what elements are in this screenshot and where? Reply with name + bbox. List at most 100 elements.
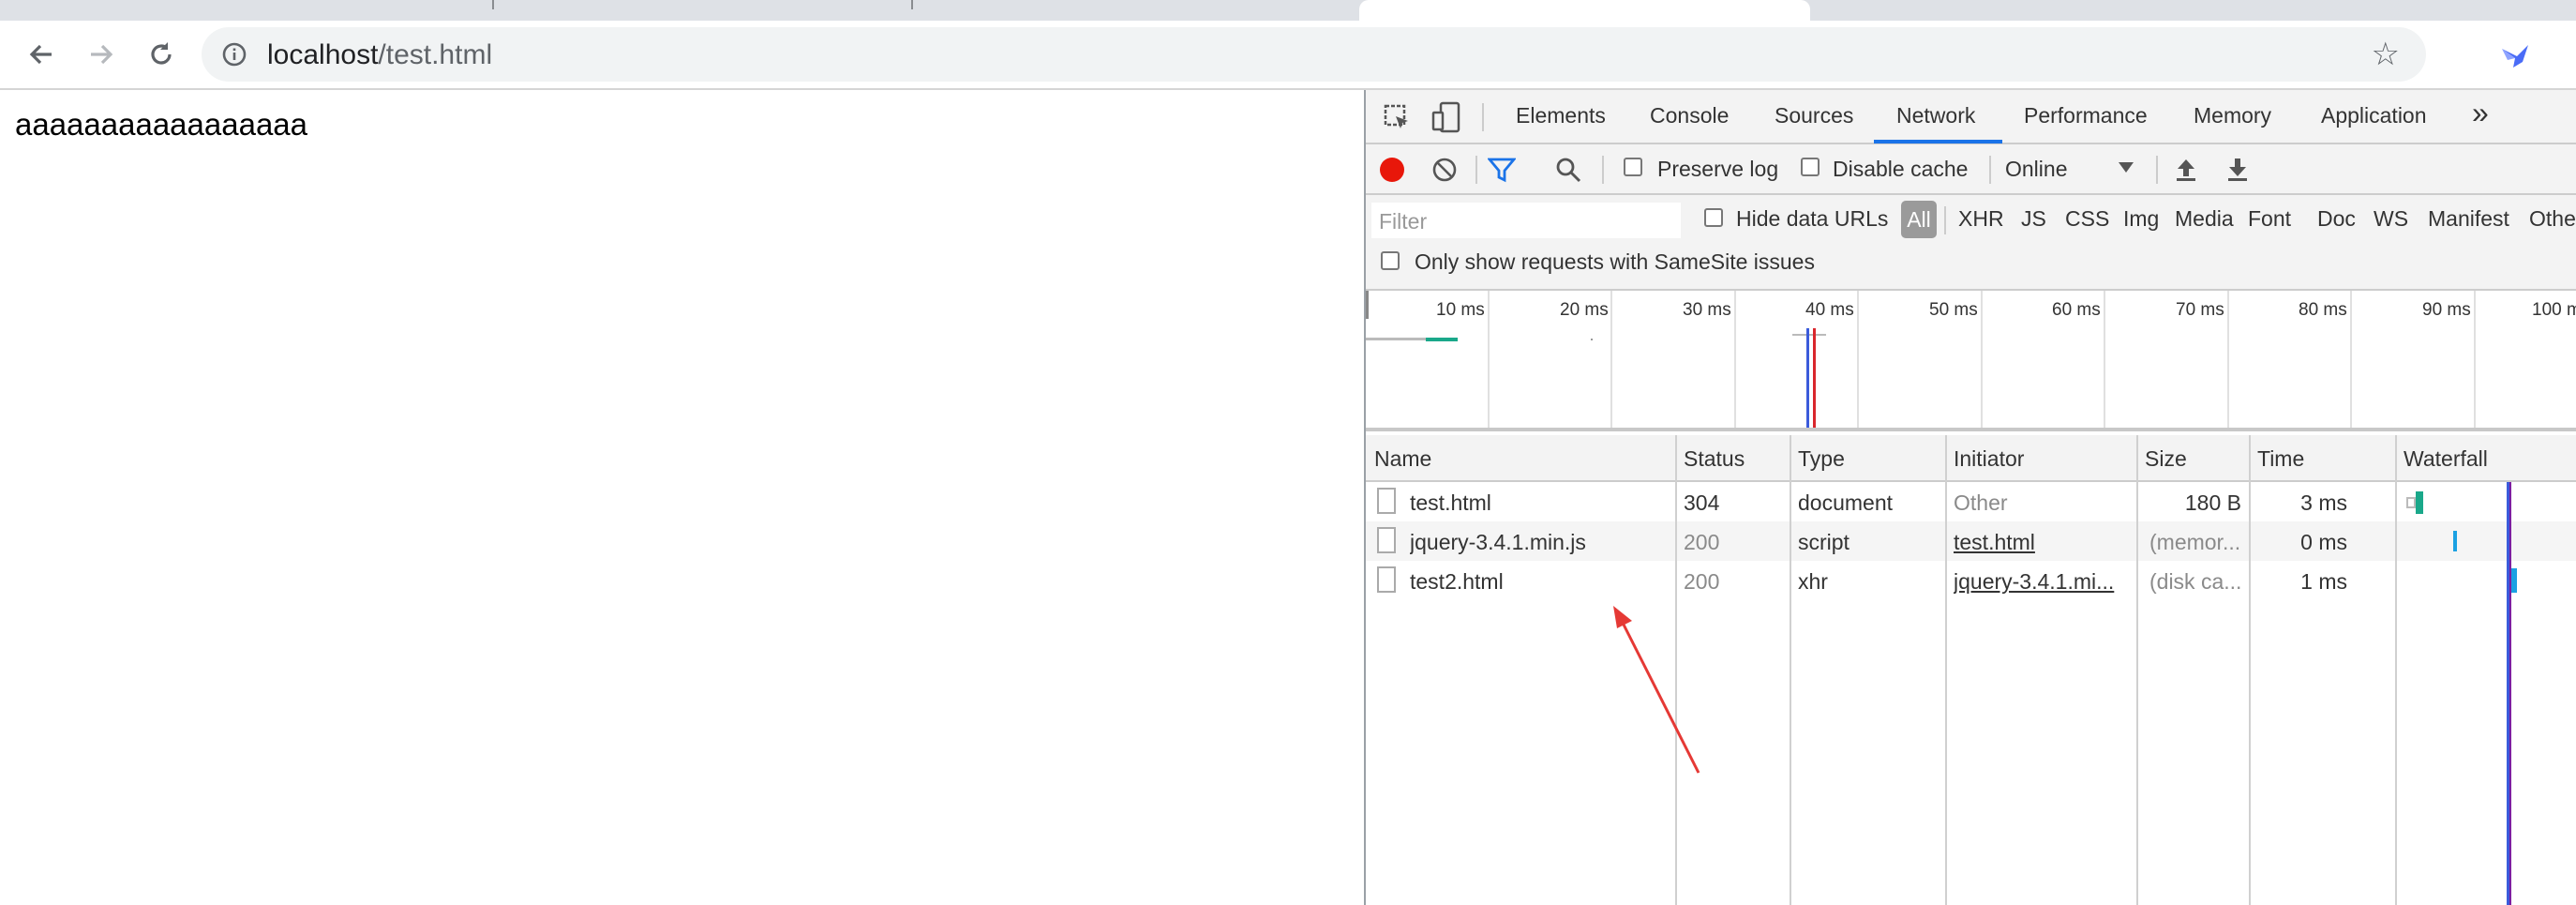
tab-console[interactable]: Console [1650, 103, 1729, 128]
timeline-gridline [1610, 291, 1612, 428]
column-header-waterfall[interactable]: Waterfall [2404, 446, 2488, 472]
clear-icon[interactable] [1431, 157, 1458, 188]
page-text: aaaaaaaaaaaaaaaaa [15, 107, 308, 142]
column-header-type[interactable]: Type [1798, 446, 1845, 472]
column-divider[interactable] [2249, 435, 2251, 905]
import-har-icon[interactable] [2175, 156, 2197, 187]
network-filter-bar: Filter Hide data URLs All XHR JS CSS Img… [1366, 195, 2576, 291]
address-bar[interactable]: localhost/test.html ☆ [202, 27, 2426, 82]
filter-type-media[interactable]: Media [2175, 206, 2234, 232]
request-type: xhr [1798, 569, 1828, 594]
more-tabs-icon[interactable]: » [2472, 96, 2489, 130]
request-size: 180 B [2184, 490, 2241, 515]
request-name[interactable]: test.html [1410, 490, 1491, 516]
request-status: 304 [1684, 490, 1720, 515]
throttling-select[interactable]: Online [2005, 157, 2067, 182]
script-file-icon [1377, 527, 1396, 553]
column-divider[interactable] [2395, 435, 2397, 905]
device-toolbar-icon[interactable] [1431, 101, 1461, 138]
chevron-down-icon[interactable] [2118, 161, 2134, 179]
timeline-tick-label: 10 ms [1436, 300, 1485, 320]
request-initiator-link[interactable]: test.html [1954, 530, 2035, 555]
filter-type-other[interactable]: Othe [2529, 206, 2576, 232]
document-file-icon [1377, 488, 1396, 514]
network-request-table: Name Status Type Initiator Size Time Wat… [1366, 435, 2576, 905]
filter-type-img[interactable]: Img [2123, 206, 2159, 232]
filter-all-button[interactable]: All [1901, 201, 1937, 238]
devtools-panel: Elements Console Sources Network Perform… [1364, 90, 2576, 905]
tab-elements[interactable]: Elements [1516, 103, 1606, 128]
tab-network[interactable]: Network [1896, 103, 1975, 128]
reload-icon[interactable] [144, 38, 178, 71]
timeline-gridline [2474, 291, 2476, 428]
browser-tab-strip [0, 0, 2576, 21]
divider [1475, 156, 1477, 184]
timeline-tick-label: 40 ms [1805, 300, 1854, 320]
network-overview[interactable]: 10 ms 20 ms 30 ms 40 ms 50 ms 60 ms 70 m… [1366, 291, 2576, 431]
filter-type-xhr[interactable]: XHR [1958, 206, 2004, 232]
filter-type-doc[interactable]: Doc [2317, 206, 2356, 232]
request-size: (memor... [2149, 530, 2241, 554]
load-event-marker [1813, 328, 1816, 428]
filter-type-js[interactable]: JS [2021, 206, 2046, 232]
tab-performance[interactable]: Performance [2024, 103, 2148, 128]
search-icon[interactable] [1555, 157, 1581, 188]
column-header-name[interactable]: Name [1374, 446, 1431, 472]
waterfall-bar-download [2453, 531, 2457, 551]
back-arrow-icon[interactable] [24, 38, 58, 71]
request-time: 0 ms [2300, 530, 2347, 554]
filter-funnel-icon[interactable] [1487, 157, 1517, 188]
request-type: script [1798, 530, 1850, 554]
filter-input[interactable]: Filter [1371, 203, 1681, 238]
info-icon[interactable] [222, 42, 247, 67]
tab-application[interactable]: Application [2321, 103, 2427, 128]
request-time: 1 ms [2300, 569, 2347, 594]
column-header-status[interactable]: Status [1684, 446, 1745, 472]
filter-type-css[interactable]: CSS [2065, 206, 2109, 232]
column-divider[interactable] [2136, 435, 2138, 905]
waterfall-bar-download [2511, 568, 2517, 593]
overview-handle[interactable] [1366, 291, 1369, 319]
timeline-tick-label: 100 m [2532, 300, 2576, 320]
timeline-gridline [1981, 291, 1983, 428]
request-name[interactable]: jquery-3.4.1.min.js [1410, 530, 1586, 555]
filter-type-manifest[interactable]: Manifest [2428, 206, 2509, 232]
filter-type-font[interactable]: Font [2248, 206, 2291, 232]
star-icon[interactable]: ☆ [2372, 38, 2400, 70]
inspect-element-icon[interactable] [1383, 103, 1411, 136]
divider [1482, 103, 1484, 131]
preserve-log-label: Preserve log [1657, 157, 1779, 181]
hide-data-urls-checkbox[interactable] [1704, 208, 1723, 227]
column-header-initiator[interactable]: Initiator [1954, 446, 2024, 472]
disable-cache-checkbox[interactable] [1801, 158, 1820, 176]
tab-separator [911, 0, 913, 9]
request-status: 200 [1684, 569, 1720, 594]
timeline-tick-label: 80 ms [2299, 300, 2347, 320]
annotation-arrow-icon [1613, 606, 1700, 774]
export-har-icon[interactable] [2226, 156, 2249, 187]
divider [1944, 206, 1946, 234]
address-url: localhost/test.html [267, 39, 492, 71]
tab-sources[interactable]: Sources [1775, 103, 1853, 128]
filter-type-ws[interactable]: WS [2374, 206, 2408, 232]
column-divider[interactable] [1945, 435, 1947, 905]
timeline-tick-label: 70 ms [2176, 300, 2224, 320]
xhr-file-icon [1377, 566, 1396, 593]
timeline-tick-label: 60 ms [2052, 300, 2101, 320]
column-divider[interactable] [1790, 435, 1791, 905]
record-icon[interactable] [1379, 157, 1405, 188]
forward-arrow-icon[interactable] [84, 38, 118, 71]
tab-memory[interactable]: Memory [2194, 103, 2271, 128]
request-initiator-link[interactable]: jquery-3.4.1.mi... [1954, 569, 2137, 595]
column-header-size[interactable]: Size [2145, 446, 2187, 472]
column-header-time[interactable]: Time [2257, 446, 2304, 472]
divider [1602, 156, 1604, 184]
extension-bird-icon[interactable] [2498, 39, 2532, 73]
samesite-checkbox[interactable] [1381, 251, 1400, 270]
request-size: (disk ca... [2149, 569, 2241, 594]
active-tab-indicator [1874, 140, 2002, 143]
request-type: document [1798, 490, 1894, 515]
browser-tab-active[interactable] [1359, 0, 1810, 21]
preserve-log-checkbox[interactable] [1624, 158, 1642, 176]
request-name[interactable]: test2.html [1410, 569, 1504, 595]
